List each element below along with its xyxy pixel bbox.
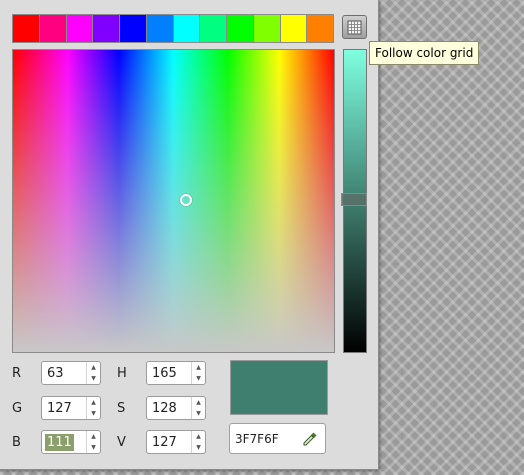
hue-up-arrow-icon[interactable]: ▲ <box>192 362 205 373</box>
green-label: G <box>12 401 23 416</box>
blue-label: B <box>12 435 21 450</box>
red-up-arrow-icon[interactable]: ▲ <box>87 362 100 373</box>
value-value[interactable]: 127 <box>147 435 191 450</box>
color-swatch[interactable] <box>307 15 333 42</box>
color-swatch[interactable] <box>13 15 40 42</box>
color-swatch[interactable] <box>39 15 67 42</box>
color-swatch[interactable] <box>280 15 308 42</box>
hue-label: H <box>117 366 127 381</box>
blue-spinbox[interactable]: 111 ▲ ▼ <box>41 430 101 454</box>
hue-spinbox[interactable]: 165 ▲ ▼ <box>146 361 206 385</box>
saturation-down-arrow-icon[interactable]: ▼ <box>192 408 205 419</box>
saturation-spinbox[interactable]: 128 ▲ ▼ <box>146 396 206 420</box>
blue-down-arrow-icon[interactable]: ▼ <box>87 442 100 453</box>
blue-up-arrow-icon[interactable]: ▲ <box>87 431 100 442</box>
hex-input[interactable]: 3F7F6F <box>229 423 326 454</box>
green-down-arrow-icon[interactable]: ▼ <box>87 408 100 419</box>
grid-icon <box>347 20 362 34</box>
red-spinbox[interactable]: 63 ▲ ▼ <box>41 361 101 385</box>
red-label: R <box>12 366 22 381</box>
red-down-arrow-icon[interactable]: ▼ <box>87 373 100 384</box>
eyedropper-icon[interactable] <box>300 429 320 449</box>
value-label: V <box>117 435 126 450</box>
hue-down-arrow-icon[interactable]: ▼ <box>192 373 205 384</box>
color-swatch[interactable] <box>253 15 281 42</box>
hex-value[interactable]: 3F7F6F <box>230 432 300 446</box>
color-swatch[interactable] <box>120 15 147 42</box>
color-swatch[interactable] <box>227 15 254 42</box>
value-spinbox[interactable]: 127 ▲ ▼ <box>146 430 206 454</box>
color-picker-panel: R 63 ▲ ▼ G 127 ▲ ▼ B 111 ▲ ▼ H 165 ▲ ▼ S 128… <box>0 0 379 470</box>
follow-color-grid-tooltip: Follow color grid <box>369 41 480 65</box>
current-color-preview <box>230 360 328 415</box>
color-swatch[interactable] <box>146 15 174 42</box>
color-swatch[interactable] <box>93 15 120 42</box>
green-up-arrow-icon[interactable]: ▲ <box>87 397 100 408</box>
value-slider-handle[interactable] <box>341 193 367 206</box>
hue-saturation-field[interactable] <box>12 49 335 353</box>
value-up-arrow-icon[interactable]: ▲ <box>192 431 205 442</box>
color-swatch[interactable] <box>173 15 201 42</box>
saturation-up-arrow-icon[interactable]: ▲ <box>192 397 205 408</box>
green-value[interactable]: 127 <box>42 401 86 416</box>
green-spinbox[interactable]: 127 ▲ ▼ <box>41 396 101 420</box>
saturation-label: S <box>117 401 126 416</box>
value-down-arrow-icon[interactable]: ▼ <box>192 442 205 453</box>
blue-value[interactable]: 111 <box>45 433 74 451</box>
saturation-value[interactable]: 128 <box>147 401 191 416</box>
red-value[interactable]: 63 <box>42 366 86 381</box>
follow-color-grid-button[interactable] <box>342 15 367 39</box>
color-swatch[interactable] <box>200 15 227 42</box>
preset-color-swatches <box>12 14 334 43</box>
color-field-cursor[interactable] <box>180 194 192 206</box>
color-swatch[interactable] <box>66 15 94 42</box>
hue-value[interactable]: 165 <box>147 366 191 381</box>
